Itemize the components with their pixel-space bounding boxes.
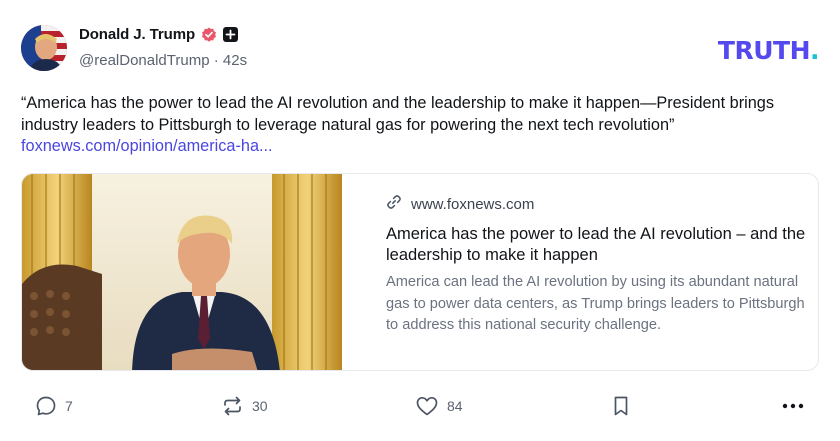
like-button[interactable]: 84	[415, 395, 463, 417]
action-bar: 7 30 84	[0, 389, 840, 423]
post-text: “America has the power to lead the AI re…	[21, 94, 774, 134]
reply-icon	[35, 395, 57, 417]
retruth-icon	[221, 395, 244, 417]
timestamp[interactable]: 42s	[223, 52, 247, 69]
bookmark-icon	[611, 395, 631, 417]
link-preview-card[interactable]: www.foxnews.com America has the power to…	[21, 173, 819, 371]
display-name[interactable]: Donald J. Trump	[79, 26, 195, 43]
link-preview-title[interactable]: America has the power to lead the AI rev…	[386, 224, 806, 266]
link-preview-image	[22, 174, 342, 370]
truth-logo[interactable]: TRUTH.	[717, 36, 820, 65]
more-icon	[781, 395, 805, 417]
link-preview-description: America can lead the AI revolution by us…	[386, 274, 805, 333]
handle[interactable]: @realDonaldTrump	[79, 52, 210, 69]
meta-separator: ·	[213, 52, 219, 69]
link-icon	[386, 194, 402, 214]
plus-badge-icon	[223, 27, 239, 42]
avatar[interactable]	[21, 25, 67, 71]
like-count: 84	[447, 398, 463, 414]
verified-badge-icon	[201, 27, 217, 43]
post-body: “America has the power to lead the AI re…	[21, 93, 823, 158]
post-meta: @realDonaldTrump · 42s	[79, 52, 247, 69]
link-preview-domain-row: www.foxnews.com	[386, 194, 806, 214]
retruth-button[interactable]: 30	[221, 395, 268, 417]
more-options-button[interactable]	[781, 395, 805, 417]
heart-icon	[415, 395, 439, 417]
link-preview-domain: www.foxnews.com	[411, 195, 535, 213]
post-header: Donald J. Trump @realDonaldTrump · 42s T…	[21, 23, 821, 75]
link-preview-body: www.foxnews.com America has the power to…	[386, 194, 806, 337]
logo-text: TRUTH	[717, 36, 811, 65]
post-link[interactable]: foxnews.com/opinion/america-ha...	[21, 137, 273, 155]
logo-dot: .	[810, 36, 820, 65]
bookmark-button[interactable]	[611, 395, 631, 417]
reply-count: 7	[65, 398, 73, 414]
reply-button[interactable]: 7	[35, 395, 73, 417]
retruth-count: 30	[252, 398, 268, 414]
